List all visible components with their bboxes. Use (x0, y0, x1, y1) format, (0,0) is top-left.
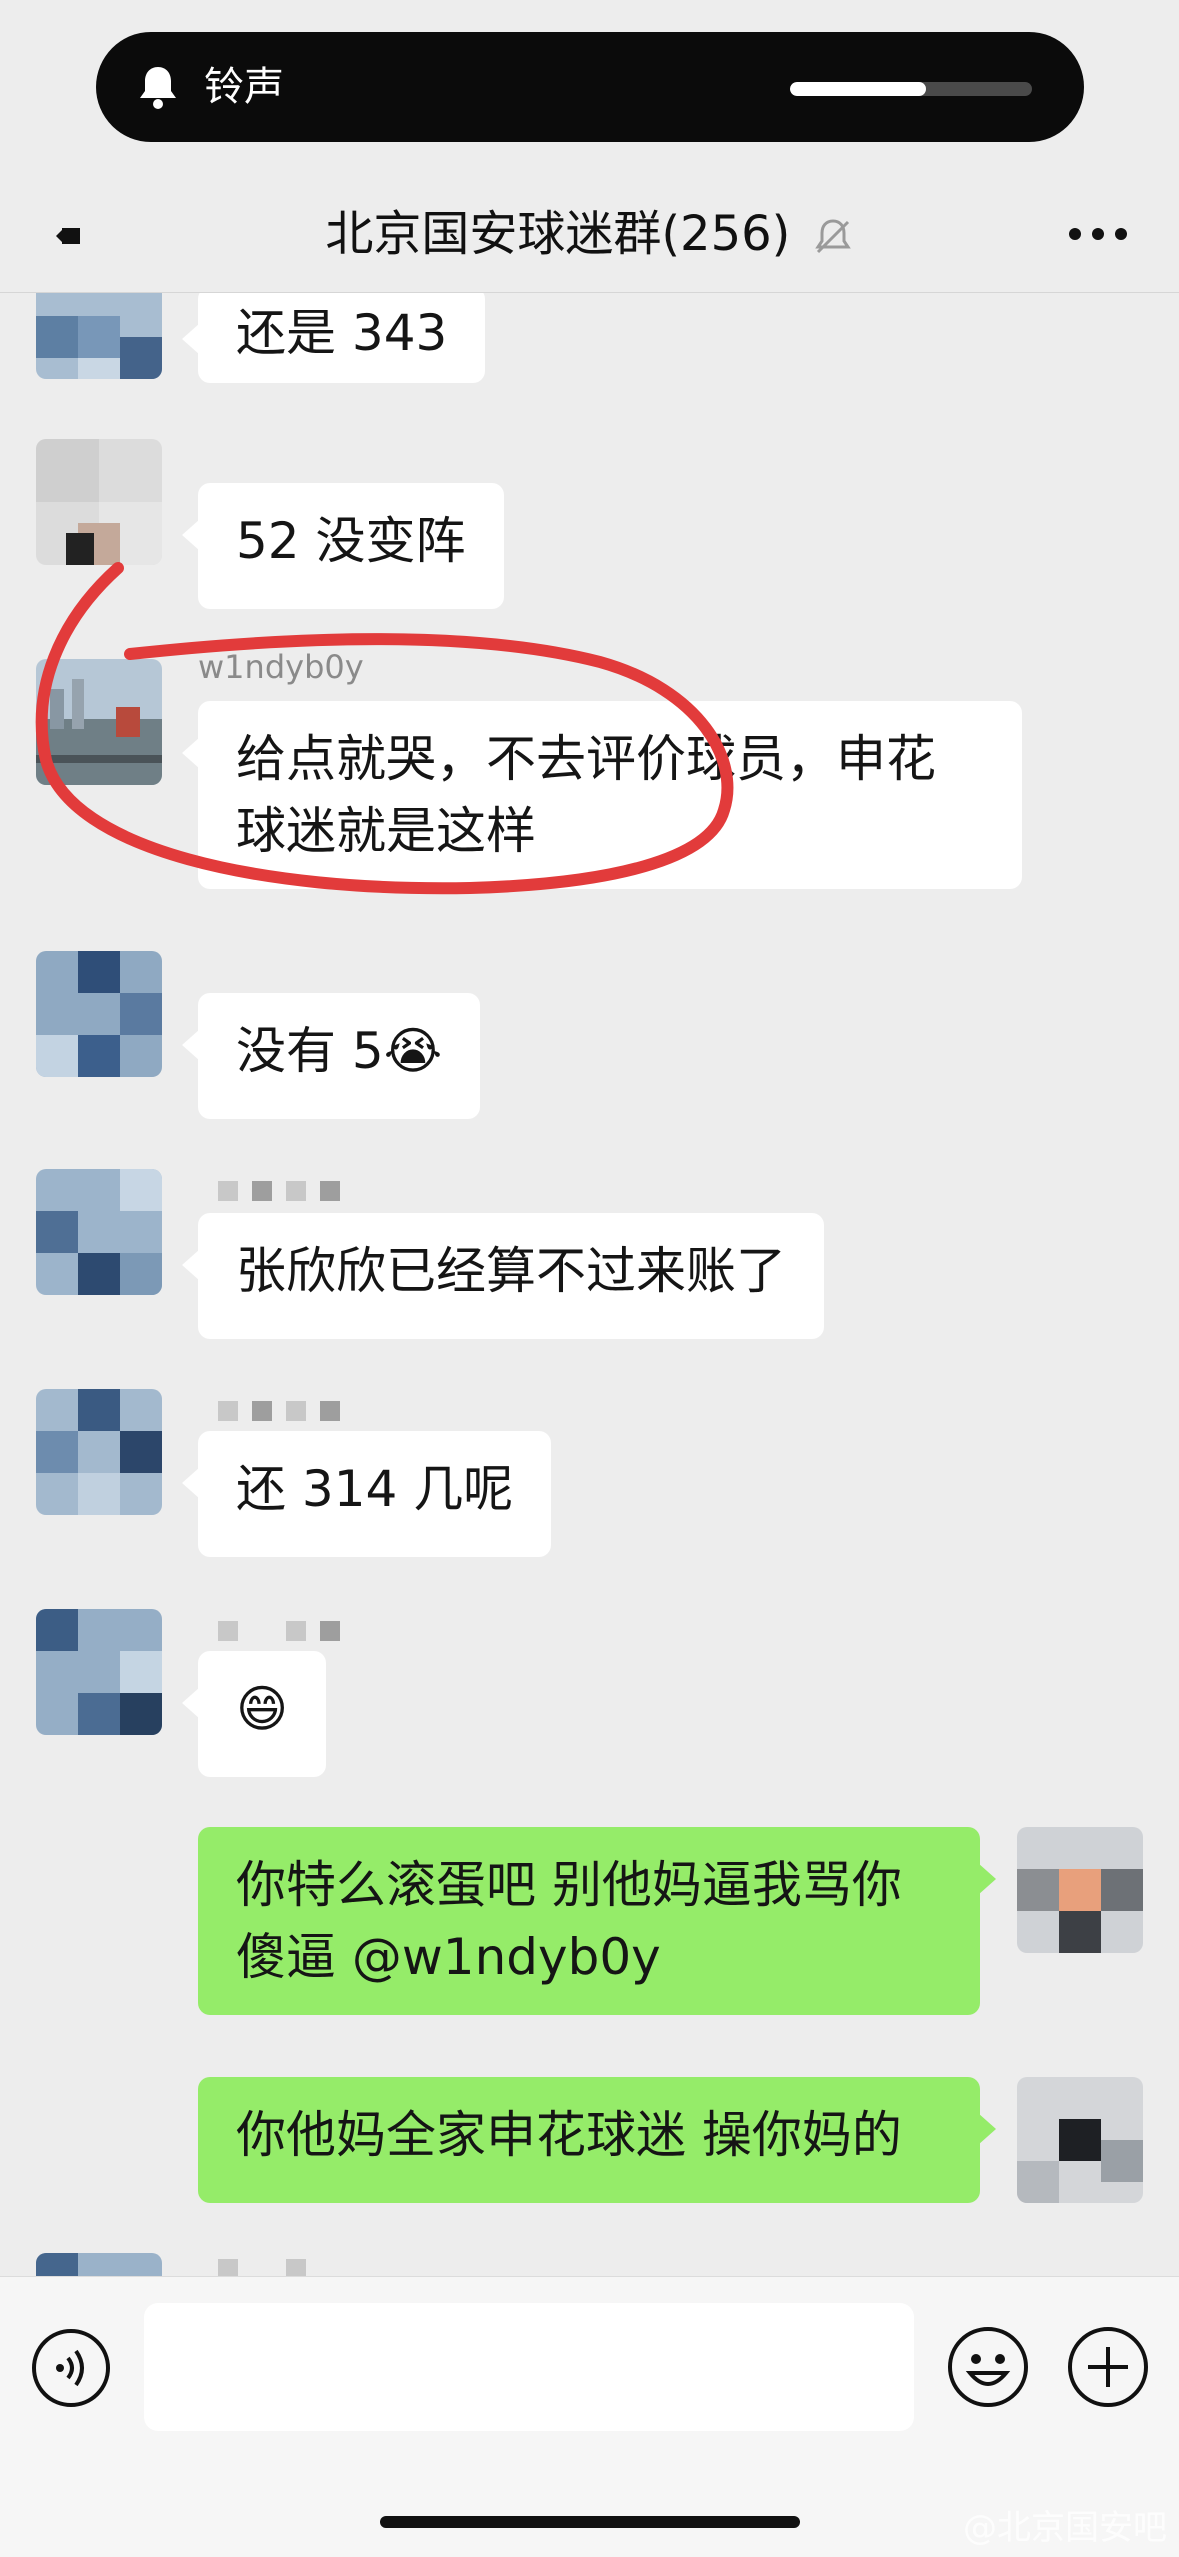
emoji-icon[interactable] (946, 2325, 1030, 2409)
voice-input-icon[interactable] (30, 2327, 112, 2409)
sender-name: w1ndyb0y (198, 648, 364, 686)
avatar[interactable] (36, 2253, 162, 2276)
volume-fill (790, 82, 926, 96)
message-bubble[interactable]: 给点就哭，不去评价球员，申花球迷就是这样 (182, 701, 1022, 889)
avatar[interactable] (36, 1389, 162, 1515)
sender-name-blurred (218, 1181, 340, 1201)
message-bubble[interactable]: 52 没变阵 (182, 483, 504, 609)
sender-name-blurred (218, 1401, 340, 1421)
group-name: 北京国安球迷群(256) (325, 206, 791, 262)
volume-bar (790, 82, 1032, 96)
home-indicator (380, 2516, 800, 2528)
message-bubble[interactable]: 张欣欣已经算不过来账了 (182, 1213, 824, 1339)
sender-name-blurred (218, 2259, 306, 2276)
watermark: @北京国安吧 (963, 2508, 1167, 2548)
ringer-label: 铃声 (204, 64, 284, 110)
avatar-self[interactable] (1017, 1827, 1143, 1953)
more-icon[interactable] (1067, 222, 1129, 246)
avatar[interactable] (36, 1609, 162, 1735)
avatar[interactable] (36, 439, 162, 565)
message-bubble-self[interactable]: 你特么滚蛋吧 别他妈逼我骂你傻逼 @w1ndyb0y (198, 1827, 996, 2015)
message-bubble-self[interactable]: 你他妈全家申花球迷 操你妈的 (198, 2077, 996, 2203)
ringer-indicator: 铃声 (96, 32, 1084, 142)
message-bubble[interactable]: 还 314 几呢 (181, 1431, 552, 1557)
message-bubble[interactable]: 没有 5😭 (181, 993, 481, 1119)
avatar-self[interactable] (1017, 2077, 1143, 2203)
avatar[interactable] (36, 293, 162, 379)
avatar[interactable] (36, 1169, 162, 1295)
avatar[interactable] (36, 659, 162, 785)
sender-name-blurred (218, 1621, 340, 1641)
message-bubble[interactable]: 还是 343 (181, 293, 486, 383)
message-list[interactable]: 还是 343 52 没变阵 w1ndyb0y 给点就哭，不去评价球员，申花球迷就… (0, 293, 1179, 2276)
message-bubble[interactable]: 😄 (181, 1651, 327, 1777)
message-input[interactable] (144, 2303, 914, 2431)
page-title: 北京国安球迷群(256) (0, 202, 1179, 266)
chat-header: 北京国安球迷群(256) (0, 180, 1179, 293)
message-text: 52 没变阵 (236, 512, 466, 570)
mute-bell-icon (814, 219, 851, 254)
avatar[interactable] (36, 951, 162, 1077)
sender-name-blurred (218, 461, 340, 481)
plus-icon[interactable] (1066, 2325, 1150, 2409)
bell-icon (140, 67, 176, 109)
